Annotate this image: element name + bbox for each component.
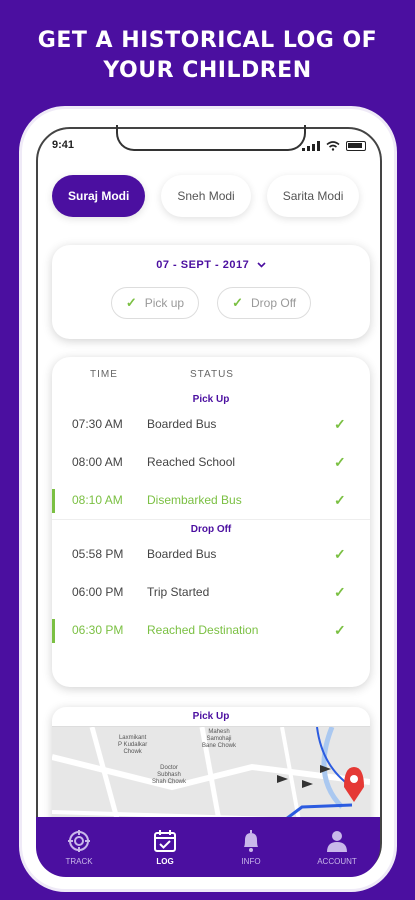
bottom-nav: TRACK LOG INFO ACCOUNT: [36, 817, 380, 877]
filter-chips: ✓ Pick up ✓ Drop Off: [52, 287, 370, 319]
nav-track-label: TRACK: [65, 856, 93, 866]
wifi-icon: [326, 141, 340, 151]
date-selector[interactable]: 07 - SEPT - 2017: [52, 259, 370, 271]
log-time: 05:58 PM: [72, 547, 124, 561]
dropoff-section-title: Drop Off: [52, 519, 370, 535]
log-status: Boarded Bus: [147, 417, 217, 431]
headline-line-2: YOUR CHILDREN: [103, 58, 312, 83]
nav-info-label: INFO: [241, 856, 261, 866]
check-icon: ✓: [232, 295, 244, 310]
bell-icon: [244, 829, 258, 852]
nav-track[interactable]: TRACK: [49, 829, 109, 866]
check-icon: ✓: [334, 415, 346, 432]
battery-icon: [346, 141, 366, 151]
log-status: Reached School: [147, 455, 236, 469]
pickup-section-title: Pick Up: [192, 394, 230, 405]
status-bar: 9:41: [52, 139, 366, 155]
log-row[interactable]: 05:58 PM Boarded Bus ✓: [52, 535, 370, 573]
headline-line-1: GET A HISTORICAL LOG OF: [37, 28, 378, 53]
map-label-mahesh: Mahesh Samohaji Bane Chowk: [202, 729, 237, 749]
headline: GET A HISTORICAL LOG OF YOUR CHILDREN: [0, 26, 415, 86]
log-time: 06:30 PM: [72, 623, 124, 637]
check-icon: ✓: [334, 453, 346, 470]
tab-sarita-modi[interactable]: Sarita Modi: [266, 175, 360, 217]
nav-account[interactable]: ACCOUNT: [307, 829, 367, 866]
nav-info[interactable]: INFO: [221, 829, 281, 866]
dropoff-filter-chip[interactable]: ✓ Drop Off: [217, 287, 312, 319]
log-status: Disembarked Bus: [147, 493, 242, 507]
log-header: TIME STATUS: [52, 357, 370, 380]
time-column-header: TIME: [90, 369, 118, 380]
log-time: 06:00 PM: [72, 585, 124, 599]
log-time: 07:30 AM: [72, 417, 123, 431]
log-row[interactable]: 06:00 PM Trip Started ✓: [52, 573, 370, 611]
user-icon: [327, 830, 347, 852]
nav-account-label: ACCOUNT: [317, 856, 357, 866]
signal-icon: [302, 141, 320, 151]
log-time: 08:00 AM: [72, 455, 123, 469]
date-filter-card: 07 - SEPT - 2017 ✓ Pick up ✓ Drop Off: [52, 245, 370, 339]
log-status: Trip Started: [147, 585, 210, 599]
phone-frame: 9:41 Suraj Modi Sneh Modi Sarita Modi 07…: [19, 106, 397, 892]
date-value: 07 - SEPT - 2017: [156, 259, 250, 271]
child-tabs: Suraj Modi Sneh Modi Sarita Modi: [52, 175, 384, 217]
check-icon: ✓: [334, 621, 346, 638]
calendar-check-icon: [154, 829, 176, 852]
map-label-laxmikant: Laxmikant P Kudalkar Chowk: [118, 735, 148, 755]
chevron-down-icon: [257, 259, 266, 271]
log-card: TIME STATUS Pick Up 07:30 AM Boarded Bus…: [52, 357, 370, 687]
map-label-doctor: Doctor Subhash Shah Chowk: [152, 765, 187, 785]
check-icon: ✓: [334, 545, 346, 562]
log-status: Boarded Bus: [147, 547, 217, 561]
dropoff-filter-label: Drop Off: [251, 296, 297, 310]
nav-log[interactable]: LOG: [135, 829, 195, 866]
check-icon: ✓: [125, 295, 137, 310]
status-time: 9:41: [52, 139, 75, 151]
status-column-header: STATUS: [190, 369, 234, 380]
log-row[interactable]: 08:00 AM Reached School ✓: [52, 443, 370, 481]
tab-suraj-modi[interactable]: Suraj Modi: [52, 175, 146, 217]
pickup-filter-chip[interactable]: ✓ Pick up: [110, 287, 200, 319]
log-row-highlighted[interactable]: 08:10 AM Disembarked Bus ✓: [52, 481, 370, 519]
status-icons: [302, 141, 366, 151]
tab-sneh-modi[interactable]: Sneh Modi: [161, 175, 251, 217]
map-title: Pick Up: [52, 707, 370, 727]
log-row[interactable]: 07:30 AM Boarded Bus ✓: [52, 405, 370, 443]
log-status: Reached Destination: [147, 623, 259, 637]
pickup-filter-label: Pick up: [144, 296, 185, 310]
log-row-highlighted[interactable]: 06:30 PM Reached Destination ✓: [52, 611, 370, 649]
check-icon: ✓: [334, 491, 346, 508]
nav-log-label: LOG: [156, 856, 174, 866]
check-icon: ✓: [334, 583, 346, 600]
target-icon: [68, 829, 90, 852]
log-time: 08:10 AM: [72, 493, 123, 507]
